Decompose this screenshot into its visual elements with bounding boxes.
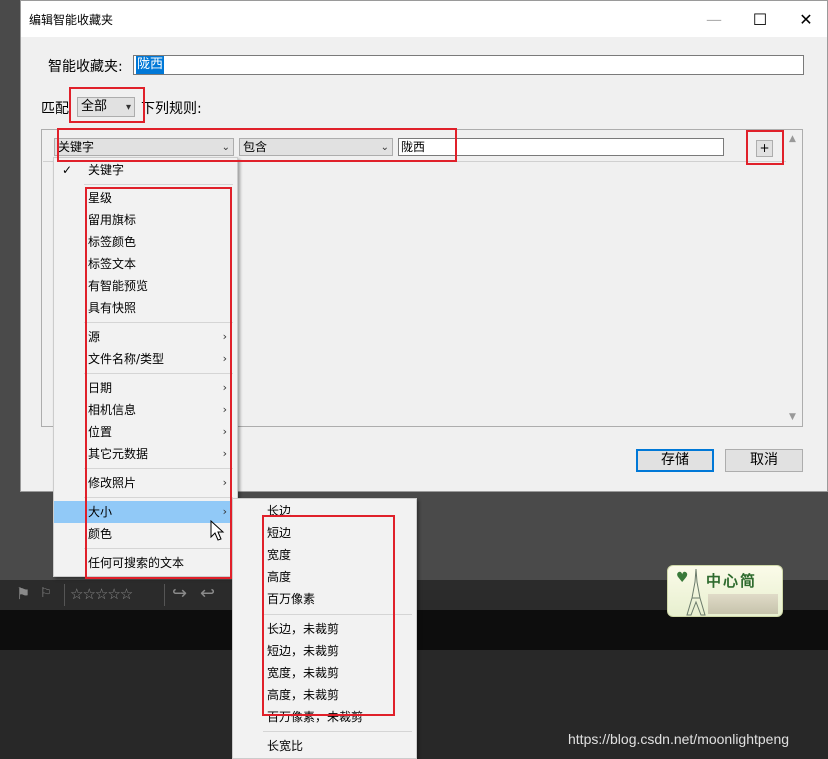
save-button[interactable]: 存储 bbox=[636, 449, 714, 472]
dialog-title: 编辑智能收藏夹 bbox=[29, 13, 114, 27]
match-prefix-label: 匹配 bbox=[41, 101, 69, 117]
submenu-item-width-uncropped[interactable]: 宽度，未裁剪 bbox=[233, 662, 416, 684]
match-select[interactable]: 全部 ▾ bbox=[77, 97, 135, 117]
eiffel-tower-icon bbox=[686, 568, 706, 616]
menu-divider bbox=[263, 731, 412, 732]
submenu-item-aspect-ratio[interactable]: 长宽比 bbox=[233, 735, 416, 757]
chevron-down-icon: ⌄ bbox=[221, 142, 230, 153]
menu-item-has-smart-preview[interactable]: 有智能预览 bbox=[54, 275, 237, 297]
submenu-item-width[interactable]: 宽度 bbox=[233, 544, 416, 566]
menu-divider bbox=[84, 497, 233, 498]
rotate-left-icon[interactable]: ↩ bbox=[200, 584, 215, 604]
chevron-down-icon: ⌄ bbox=[380, 142, 389, 153]
submenu-item-short-edge-uncropped[interactable]: 短边，未裁剪 bbox=[233, 640, 416, 662]
size-submenu: 长边 短边 宽度 高度 百万像素 长边，未裁剪 短边，未裁剪 宽度，未裁剪 高度… bbox=[232, 498, 417, 759]
menu-item-source[interactable]: 源 › bbox=[54, 326, 237, 348]
menu-item-location[interactable]: 位置 › bbox=[54, 421, 237, 443]
match-select-value: 全部 bbox=[81, 99, 108, 114]
menu-item-rating[interactable]: 星级 bbox=[54, 187, 237, 209]
menu-item-other-metadata[interactable]: 其它元数据 › bbox=[54, 443, 237, 465]
submenu-arrow-icon: › bbox=[222, 352, 227, 365]
submenu-arrow-icon: › bbox=[222, 403, 227, 416]
field-dropdown-menu: ✓ 关键字 星级 留用旗标 标签颜色 标签文本 有智能预览 具有快照 源 › 文件… bbox=[53, 157, 238, 577]
submenu-arrow-icon: › bbox=[222, 330, 227, 343]
menu-item-has-snapshots[interactable]: 具有快照 bbox=[54, 297, 237, 319]
reject-flag-icon[interactable]: ⚐ bbox=[40, 584, 52, 604]
scroll-up-icon[interactable]: ▲ bbox=[789, 134, 796, 144]
watermark-logo: ♥ 中心简 bbox=[667, 565, 783, 617]
menu-item-file-name-type[interactable]: 文件名称/类型 › bbox=[54, 348, 237, 370]
rotate-right-icon[interactable]: ↪ bbox=[172, 584, 187, 604]
match-suffix-label: 下列规则: bbox=[141, 101, 202, 117]
menu-item-keyword[interactable]: ✓ 关键字 bbox=[54, 159, 237, 181]
close-button[interactable]: ✕ bbox=[783, 1, 828, 37]
menu-item-label-color[interactable]: 标签颜色 bbox=[54, 231, 237, 253]
menu-divider bbox=[84, 184, 233, 185]
minimize-button[interactable]: — bbox=[691, 1, 737, 37]
menu-item-develop[interactable]: 修改照片 › bbox=[54, 472, 237, 494]
submenu-arrow-icon: › bbox=[222, 447, 227, 460]
title-bar: 编辑智能收藏夹 — ☐ ✕ bbox=[21, 1, 827, 37]
submenu-item-megapixels[interactable]: 百万像素 bbox=[233, 588, 416, 610]
menu-item-label-text[interactable]: 标签文本 bbox=[54, 253, 237, 275]
star-rating[interactable]: ☆☆☆☆☆ bbox=[70, 584, 133, 604]
add-rule-button[interactable]: + bbox=[756, 140, 773, 157]
menu-item-pick-flag[interactable]: 留用旗标 bbox=[54, 209, 237, 231]
submenu-item-megapixels-uncropped[interactable]: 百万像素，未裁剪 bbox=[233, 706, 416, 728]
submenu-arrow-icon: › bbox=[222, 476, 227, 489]
checkmark-icon: ✓ bbox=[62, 163, 73, 177]
submenu-item-long-edge-uncropped[interactable]: 长边，未裁剪 bbox=[233, 618, 416, 640]
submenu-item-long-edge[interactable]: 长边 bbox=[233, 500, 416, 522]
logo-city-skyline bbox=[708, 594, 778, 614]
menu-divider bbox=[84, 548, 233, 549]
collection-name-label: 智能收藏夹: bbox=[48, 59, 123, 75]
submenu-item-height[interactable]: 高度 bbox=[233, 566, 416, 588]
submenu-arrow-icon: › bbox=[222, 381, 227, 394]
menu-divider bbox=[263, 614, 412, 615]
rule-field-select[interactable]: 关键字 ⌄ bbox=[54, 138, 234, 156]
submenu-item-short-edge[interactable]: 短边 bbox=[233, 522, 416, 544]
chevron-down-icon: ▾ bbox=[125, 102, 131, 113]
maximize-button[interactable]: ☐ bbox=[737, 1, 783, 37]
submenu-item-height-uncropped[interactable]: 高度，未裁剪 bbox=[233, 684, 416, 706]
menu-divider bbox=[84, 468, 233, 469]
menu-divider bbox=[84, 373, 233, 374]
menu-item-camera-info[interactable]: 相机信息 › bbox=[54, 399, 237, 421]
scroll-down-icon[interactable]: ▼ bbox=[789, 412, 796, 422]
mouse-pointer-icon bbox=[210, 520, 225, 541]
collection-name-input[interactable]: 陇西 bbox=[133, 55, 804, 75]
rules-scrollbar[interactable]: ▲ ▼ bbox=[786, 130, 802, 426]
cancel-button[interactable]: 取消 bbox=[725, 449, 803, 472]
collection-name-selected-text: 陇西 bbox=[136, 56, 165, 74]
watermark-url: https://blog.csdn.net/moonlightpeng bbox=[568, 731, 790, 747]
rule-value-input[interactable]: 陇西 bbox=[398, 138, 724, 156]
menu-divider bbox=[84, 322, 233, 323]
rule-operator-select[interactable]: 包含 ⌄ bbox=[239, 138, 393, 156]
rule-operator-value: 包含 bbox=[243, 140, 268, 154]
flag-icon[interactable]: ⚑ bbox=[16, 584, 30, 604]
menu-item-any-searchable-text[interactable]: 任何可搜索的文本 bbox=[54, 552, 237, 574]
rule-field-value: 关键字 bbox=[58, 140, 95, 154]
menu-item-date[interactable]: 日期 › bbox=[54, 377, 237, 399]
submenu-arrow-icon: › bbox=[222, 425, 227, 438]
toolbar-divider bbox=[64, 584, 65, 606]
toolbar-divider bbox=[164, 584, 165, 606]
watermark-logo-text: 中心简 bbox=[706, 572, 758, 590]
